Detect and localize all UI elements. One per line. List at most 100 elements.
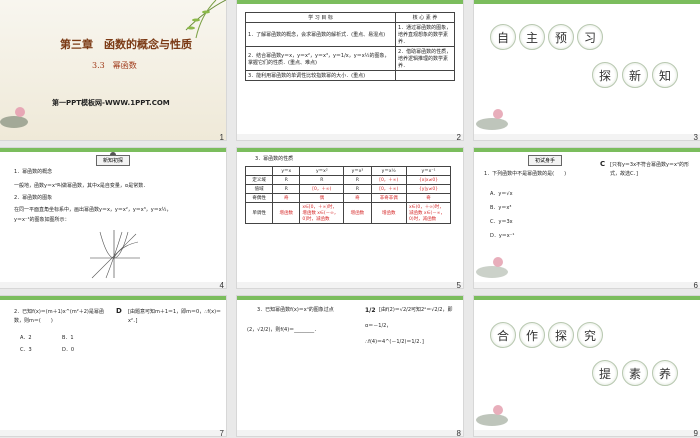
table-cell: x∈(0，＋∞)时，减函数 x∈(－∞，0)时，减函数 [406, 202, 451, 224]
col-header-core: 核 心 素 养 [395, 12, 455, 23]
header-cell: y＝x² [299, 166, 345, 176]
slide-bottom-bar [474, 282, 700, 288]
text-line: y＝x⁻¹的图象如图所示： [14, 217, 70, 223]
table-cell: R [272, 184, 301, 194]
goal-cell: 3．能利用幂函数的单调性比较指数幂的大小．(重点) [245, 70, 396, 81]
goal-cell: 1．了解幂函数的概念，会求幂函数的解析式．(重点、易混点) [245, 22, 396, 47]
slide-number: 2 [456, 133, 461, 140]
section-tag: 初试身手 [528, 155, 563, 166]
char-badge: 探 [592, 62, 618, 88]
char-badge: 养 [652, 360, 678, 386]
char-badge: 素 [622, 360, 648, 386]
table-cell: R [343, 175, 372, 185]
table-cell: 非奇非偶 [370, 193, 408, 203]
header-cell: y＝x½ [370, 166, 408, 176]
header-cell: y＝x³ [343, 166, 372, 176]
col-header-goal: 学 习 目 标 [245, 12, 396, 23]
slide-number: 1 [219, 133, 224, 140]
slide-bottom-bar [237, 282, 463, 288]
slide-thumbnail-2[interactable]: 学 习 目 标 核 心 素 养 1．了解幂函数的概念，会求幂函数的解析式．(重点… [237, 0, 463, 140]
row-label: 奇偶性 [244, 193, 274, 203]
lotus-painting-icon [476, 257, 508, 278]
lotus-painting-icon [476, 109, 508, 130]
header-cell: y＝x [272, 166, 301, 176]
core-cell: 2．借助幂函数的性质，培养逻辑推理的数学素养． [395, 46, 455, 71]
table-cell: [0，＋∞) [370, 184, 408, 194]
slide-thumbnail-4[interactable]: 新知初探 1．幂函数的概念 一般地，函数y＝xᵅ叫做幂函数，其中x是自变量，α是… [0, 148, 226, 288]
slide-bottom-bar [237, 134, 463, 140]
table-cell: 增函数 [272, 202, 301, 224]
char-badge: 习 [577, 24, 603, 50]
slide-heading: 3．幂函数的性质 [255, 156, 294, 162]
table-row: 2．结合幂函数y＝x，y＝x²，y＝x³，y＝1/x，y＝x½的图象，掌握它们的… [245, 46, 455, 71]
row-label: 值域 [244, 184, 274, 194]
section-tag: 新知初探 [95, 155, 131, 166]
slide-thumbnail-1[interactable]: 第三章 函数的概念与性质 3.3 幂函数 第一PPT模板网-WWW.1PPT.C… [0, 0, 226, 140]
table-cell: [0，＋∞) [299, 184, 345, 194]
question-text: 3．已知幂函数f(x)＝xᵅ的图象过点 [257, 307, 334, 313]
slide-top-bar [237, 148, 463, 152]
question-text: 1．下列函数中不是幂函数的是( ) [484, 171, 567, 177]
char-badge: 探 [548, 322, 574, 348]
answer-explanation: [由题意可知m＋1＝1，即m＝0，∴f(x)＝x²．] [128, 309, 222, 324]
table-row: 单调性 增函数 x∈[0，＋∞)时，增函数 x∈(－∞，0]时，减函数 增函数 … [244, 202, 451, 224]
char-badge: 究 [577, 322, 603, 348]
char-badge: 主 [519, 24, 545, 50]
willow-branch-icon [185, 0, 226, 39]
lotus-painting-icon [476, 405, 508, 426]
table-cell: R [272, 175, 301, 185]
site-watermark: 第一PPT模板网-WWW.1PPT.COM [52, 99, 170, 107]
question-text-2: (2，√2/2)，则f(4)＝________． [247, 327, 320, 333]
slide-thumbnail-9[interactable]: 合 作 探 究 提 素 养 9 [474, 296, 700, 436]
slide-top-bar [0, 296, 226, 300]
char-badge: 知 [652, 62, 678, 88]
option-a: A．2 [20, 335, 32, 341]
slide-bottom-bar [237, 430, 463, 436]
row-label: 定义域 [244, 175, 274, 185]
slide-bottom-bar [0, 282, 226, 288]
header-cell: y＝x⁻¹ [406, 166, 451, 176]
core-cell [395, 70, 455, 81]
slide-number: 4 [219, 281, 224, 288]
lotus-painting-icon [0, 107, 28, 128]
table-cell: x∈[0，＋∞)时，增函数 x∈(－∞，0]时，减函数 [299, 202, 345, 224]
table-row: 1．了解幂函数的概念，会求幂函数的解析式．(重点、易混点) 1．通过幂函数的图象… [245, 22, 455, 47]
slide-number: 5 [456, 281, 461, 288]
properties-table: y＝x y＝x² y＝x³ y＝x½ y＝x⁻¹ 定义域 R R R [0，＋∞… [244, 166, 451, 224]
answer-line: [由f(2)＝√2/2可知2ᵅ＝√2/2，即 [379, 307, 453, 313]
row-label: 单调性 [244, 202, 274, 224]
core-cell: 1．通过幂函数的图象，培养直观想象的数学素养． [395, 22, 455, 47]
table-cell: {y|y≠0} [406, 184, 451, 194]
slide-bottom-bar [474, 430, 700, 436]
char-badge: 合 [490, 322, 516, 348]
answer-explanation: [只有y＝3x不符合幂函数y＝xᵅ的形式，故选C．] [610, 162, 689, 177]
slide-top-bar [237, 296, 463, 300]
question-text: 2．已知f(x)＝(m＋1)x^(m²＋2)是幂函数，则m＝( ) [14, 309, 104, 324]
slide-number: 3 [693, 133, 698, 140]
slide-thumbnail-7[interactable]: 2．已知f(x)＝(m＋1)x^(m²＋2)是幂函数，则m＝( ) A．2 B．… [0, 296, 226, 436]
header-cell [244, 166, 274, 176]
option-b: B．1 [62, 335, 74, 341]
text-line: 2．幂函数的图象 [14, 195, 53, 201]
answer-letter: C [600, 160, 606, 168]
slide-thumbnail-8[interactable]: 3．已知幂函数f(x)＝xᵅ的图象过点 (2，√2/2)，则f(4)＝_____… [237, 296, 463, 436]
table-row: 奇偶性 奇 偶 奇 非奇非偶 奇 [244, 193, 451, 203]
option-c: C．y＝3x [490, 219, 513, 225]
table-cell: R [299, 175, 345, 185]
slide-top-bar [474, 148, 700, 152]
option-b: B．y＝x³ [490, 205, 512, 211]
slide-title: 第三章 函数的概念与性质 [60, 38, 192, 51]
char-badge: 新 [622, 62, 648, 88]
slide-thumbnail-5[interactable]: 3．幂函数的性质 y＝x y＝x² y＝x³ y＝x½ y＝x⁻¹ 定义域 R … [237, 148, 463, 288]
table-cell: 增函数 [343, 202, 372, 224]
option-a: A．y＝√x [490, 191, 513, 197]
char-badge: 提 [592, 360, 618, 386]
answer-value: 1/2 [365, 307, 376, 314]
table-cell: [0，＋∞) [370, 175, 408, 185]
table-cell: {x|x≠0} [406, 175, 451, 185]
slide-thumbnail-3[interactable]: 自 主 预 习 探 新 知 3 [474, 0, 700, 140]
slide-thumbnail-6[interactable]: 初试身手 1．下列函数中不是幂函数的是( ) A．y＝√x B．y＝x³ C．y… [474, 148, 700, 288]
table-cell: 奇 [272, 193, 301, 203]
table-cell: 增函数 [370, 202, 408, 224]
slide-subtitle: 3.3 幂函数 [92, 61, 137, 70]
